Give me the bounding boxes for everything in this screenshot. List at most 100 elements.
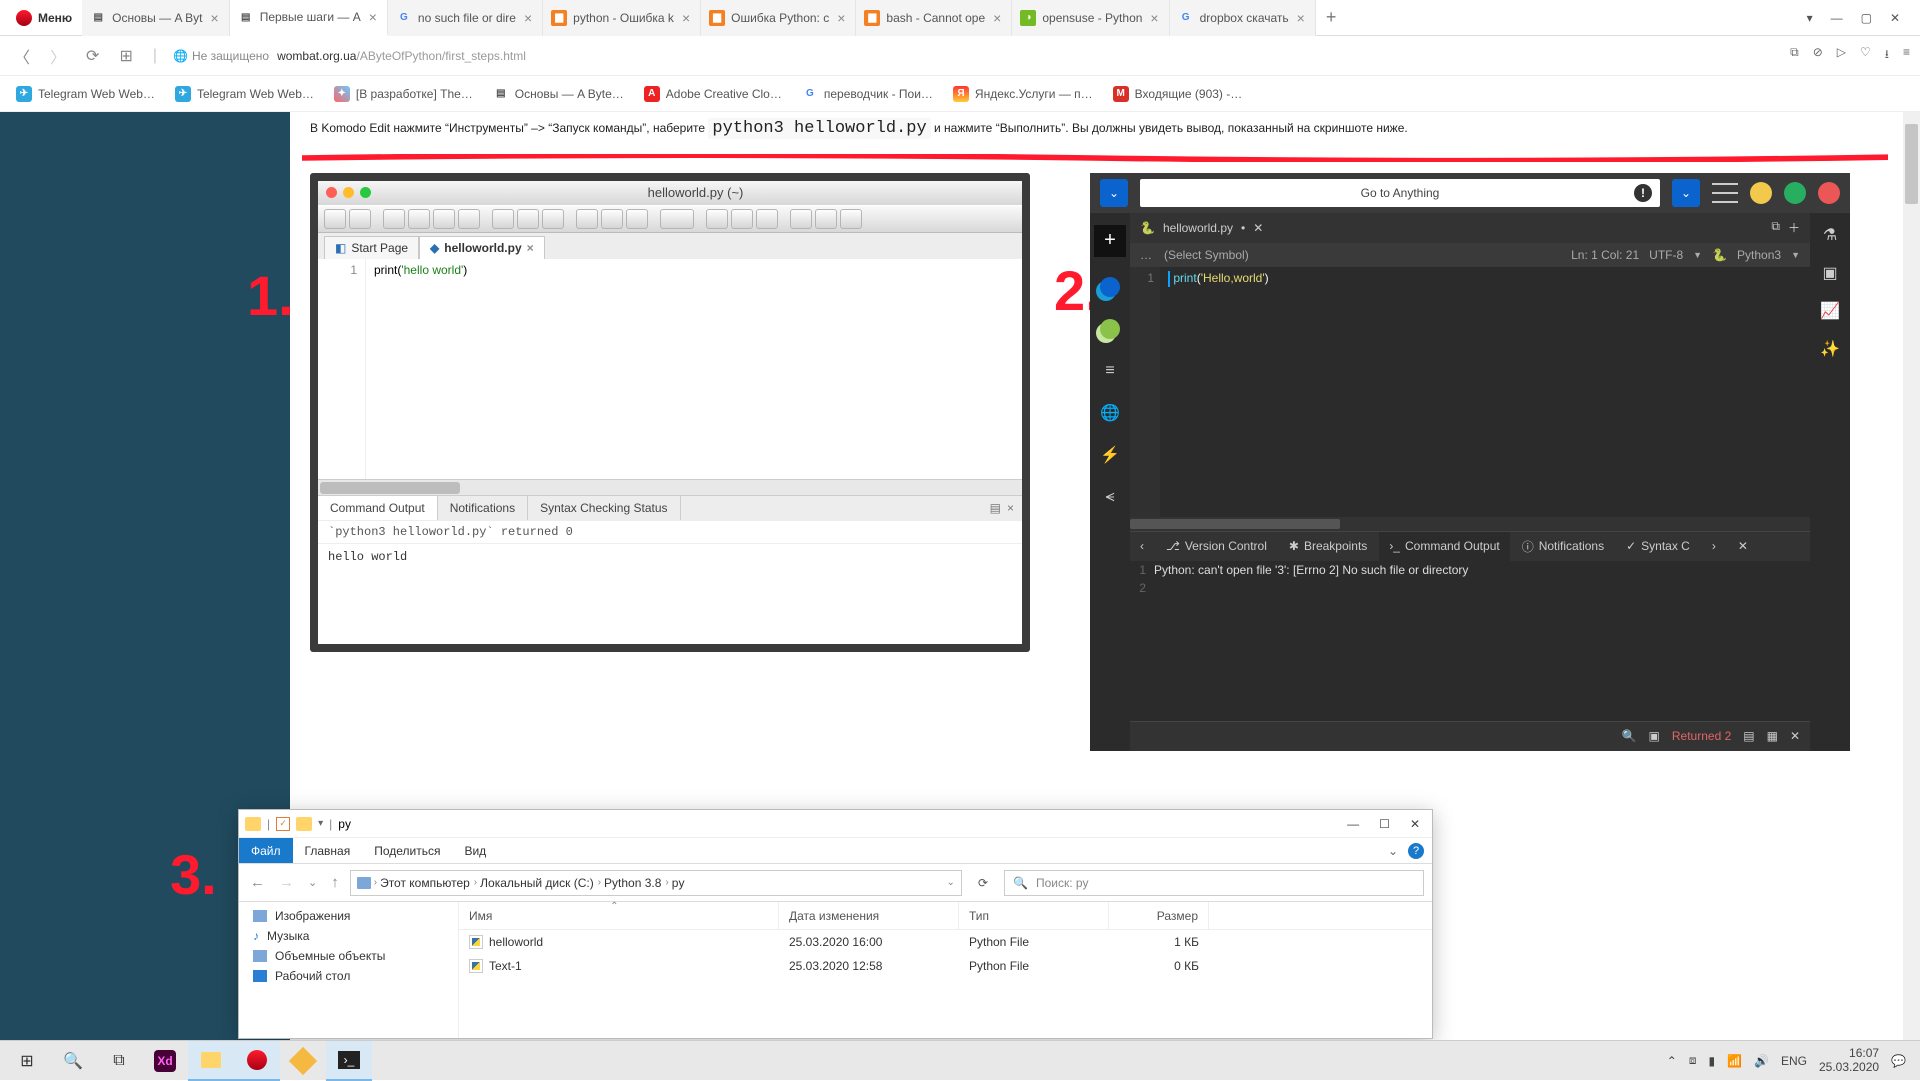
opera-menu-button[interactable]: Меню xyxy=(6,10,82,26)
tab-notifications[interactable]: ⓘ Notifications xyxy=(1512,532,1614,561)
language[interactable]: Python3 xyxy=(1737,248,1781,262)
battery-icon[interactable]: ▮ xyxy=(1708,1054,1715,1068)
tab-syntax[interactable]: ✓ Syntax C xyxy=(1616,532,1700,561)
circles-green-icon[interactable] xyxy=(1098,317,1122,341)
bookmark-item[interactable]: ✦[В разработке] The… xyxy=(334,86,473,102)
close-icon[interactable]: × xyxy=(209,10,221,26)
split-icon[interactable]: ⧉ xyxy=(1771,219,1780,236)
search-field[interactable]: 🔍 Поиск: py xyxy=(1004,870,1424,896)
close-icon[interactable]: × xyxy=(367,9,379,25)
url-field[interactable]: 🌐 Не защищено wombat.org.ua/AByteOfPytho… xyxy=(173,49,1778,63)
new-tab-button[interactable]: + xyxy=(1316,7,1347,28)
volume-icon[interactable]: 🔊 xyxy=(1754,1054,1769,1068)
forward-button[interactable]: → xyxy=(276,874,297,891)
bookmark-item[interactable]: Gпереводчик - Пои… xyxy=(802,86,933,102)
close-icon[interactable]: × xyxy=(1295,10,1307,26)
nav-item[interactable]: ♪Музыка xyxy=(239,926,458,946)
minimize-dot-icon[interactable] xyxy=(1750,182,1772,204)
recent-button[interactable]: ⌄ xyxy=(305,876,320,889)
list-icon[interactable]: ▤ xyxy=(1743,729,1754,743)
bookmark-item[interactable]: ▤Основы — A Byte… xyxy=(493,86,624,102)
taskbar-app-unknown[interactable] xyxy=(280,1041,326,1081)
browser-tab[interactable]: ▆python - Ошибка k× xyxy=(543,0,701,36)
code-editor[interactable]: 1 print('Hello,world') xyxy=(1130,267,1810,517)
col-type[interactable]: Тип xyxy=(959,902,1109,929)
close-dot-icon[interactable] xyxy=(1818,182,1840,204)
terminal-icon[interactable]: ▣ xyxy=(1649,729,1660,743)
language-indicator[interactable]: ENG xyxy=(1781,1054,1807,1068)
heart-icon[interactable]: ♡ xyxy=(1860,45,1871,66)
maximize-icon[interactable]: ☐ xyxy=(1379,817,1390,831)
bookmark-item[interactable]: ЯЯндекс.Услуги — п… xyxy=(953,86,1093,102)
taskbar-app-terminal[interactable]: ›_ xyxy=(326,1041,372,1081)
adblock-icon[interactable]: ⊘ xyxy=(1813,45,1823,66)
download-icon[interactable]: ⭳ xyxy=(1885,45,1889,66)
help-icon[interactable]: ? xyxy=(1408,843,1424,859)
nav-item[interactable]: Изображения xyxy=(239,906,458,926)
chevron-down-icon[interactable]: ⌄ xyxy=(947,877,955,888)
browser-tab[interactable]: Gdropbox скачать× xyxy=(1170,0,1316,36)
close-icon[interactable]: ✕ xyxy=(1410,817,1420,831)
up-button[interactable]: ↑ xyxy=(328,874,342,891)
taskbar-app-xd[interactable]: Xd xyxy=(142,1041,188,1081)
plus-icon[interactable]: ＋ xyxy=(1788,219,1800,236)
dom-icon[interactable]: ▣ xyxy=(1822,263,1837,283)
reload-button[interactable]: ⟳ xyxy=(82,46,103,66)
close-icon[interactable]: ✕ xyxy=(1890,11,1900,25)
tabs-menu-icon[interactable]: ▾ xyxy=(1807,11,1813,25)
browser-tab[interactable]: ◑opensuse - Python× xyxy=(1012,0,1169,36)
browser-tab[interactable]: ▆Ошибка Python: c× xyxy=(701,0,856,36)
encoding[interactable]: UTF-8 xyxy=(1649,248,1683,262)
col-date[interactable]: Дата изменения xyxy=(779,902,959,929)
bookmark-item[interactable]: MВходящие (903) -… xyxy=(1113,86,1243,102)
back-button[interactable]: ← xyxy=(247,874,268,891)
ribbon-view[interactable]: Вид xyxy=(452,838,498,863)
refresh-button[interactable]: ⟳ xyxy=(970,876,996,890)
speed-dial-button[interactable]: ⊞ xyxy=(115,46,136,66)
close-icon[interactable]: ✕ xyxy=(1253,221,1263,235)
horizontal-scrollbar[interactable] xyxy=(1130,517,1810,531)
security-indicator[interactable]: 🌐 Не защищено xyxy=(173,49,269,63)
explorer-titlebar[interactable]: | ✓ ▾ | py — ☐ ✕ xyxy=(239,810,1432,838)
col-size[interactable]: Размер xyxy=(1109,902,1209,929)
breadcrumb-segment[interactable]: Локальный диск (C:)› xyxy=(480,876,601,890)
go-to-anything-field[interactable]: Go to Anything! xyxy=(1140,179,1660,207)
hamburger-icon[interactable] xyxy=(1712,183,1738,203)
wifi-icon[interactable]: 📶 xyxy=(1727,1054,1742,1068)
nav-down-button[interactable]: ⌄ xyxy=(1100,179,1128,207)
select-symbol[interactable]: (Select Symbol) xyxy=(1164,248,1249,262)
sparkle-icon[interactable]: ✨ xyxy=(1820,339,1840,359)
panel-nav-left[interactable]: ‹ xyxy=(1130,532,1154,561)
ribbon-file[interactable]: Файл xyxy=(239,838,293,863)
clock[interactable]: 16:07 25.03.2020 xyxy=(1819,1047,1879,1073)
minimize-icon[interactable]: — xyxy=(1831,11,1843,25)
browser-tab[interactable]: Gno such file or dire× xyxy=(388,0,543,36)
browser-tab[interactable]: ▤Основы — A Byt× xyxy=(82,0,230,36)
close-icon[interactable]: ✕ xyxy=(1728,532,1758,561)
dropbox-icon[interactable]: ⧈ xyxy=(1689,1053,1697,1068)
tray-expand-icon[interactable]: ⌃ xyxy=(1667,1054,1677,1068)
breadcrumb-segment[interactable]: Этот компьютер› xyxy=(380,876,477,890)
grid-icon[interactable]: ▦ xyxy=(1767,729,1778,743)
ribbon-share[interactable]: Поделиться xyxy=(362,838,452,863)
chart-icon[interactable]: 📈 xyxy=(1820,301,1840,321)
tab-breakpoints[interactable]: ✱ Breakpoints xyxy=(1279,532,1377,561)
close-icon[interactable]: × xyxy=(680,10,692,26)
close-icon[interactable]: × xyxy=(835,10,847,26)
tab-version-control[interactable]: ⎇ Version Control xyxy=(1156,532,1277,561)
tab-command-output[interactable]: ›_ Command Output xyxy=(1379,532,1509,561)
panel-nav-right[interactable]: › xyxy=(1702,532,1726,561)
easy-setup-icon[interactable]: ≡ xyxy=(1903,45,1910,66)
align-icon[interactable]: ≡ xyxy=(1098,359,1122,383)
bookmark-item[interactable]: ✈Telegram Web Web… xyxy=(16,86,155,102)
expand-ribbon-icon[interactable]: ⌄ xyxy=(1388,844,1398,858)
file-row[interactable]: Text-1 25.03.2020 12:58 Python File 0 КБ xyxy=(459,954,1432,978)
browser-tab-active[interactable]: ▤Первые шаги — A× xyxy=(230,0,388,36)
start-button[interactable]: ⊞ xyxy=(4,1041,50,1081)
snapshot-icon[interactable]: ⧉ xyxy=(1790,45,1799,66)
taskbar-app-explorer[interactable] xyxy=(188,1041,234,1081)
search-icon[interactable]: 🔍 xyxy=(1622,729,1637,743)
search-button[interactable]: 🔍 xyxy=(50,1041,96,1081)
browser-tab[interactable]: ▆bash - Cannot ope× xyxy=(856,0,1012,36)
col-name[interactable]: Имя xyxy=(459,902,779,929)
